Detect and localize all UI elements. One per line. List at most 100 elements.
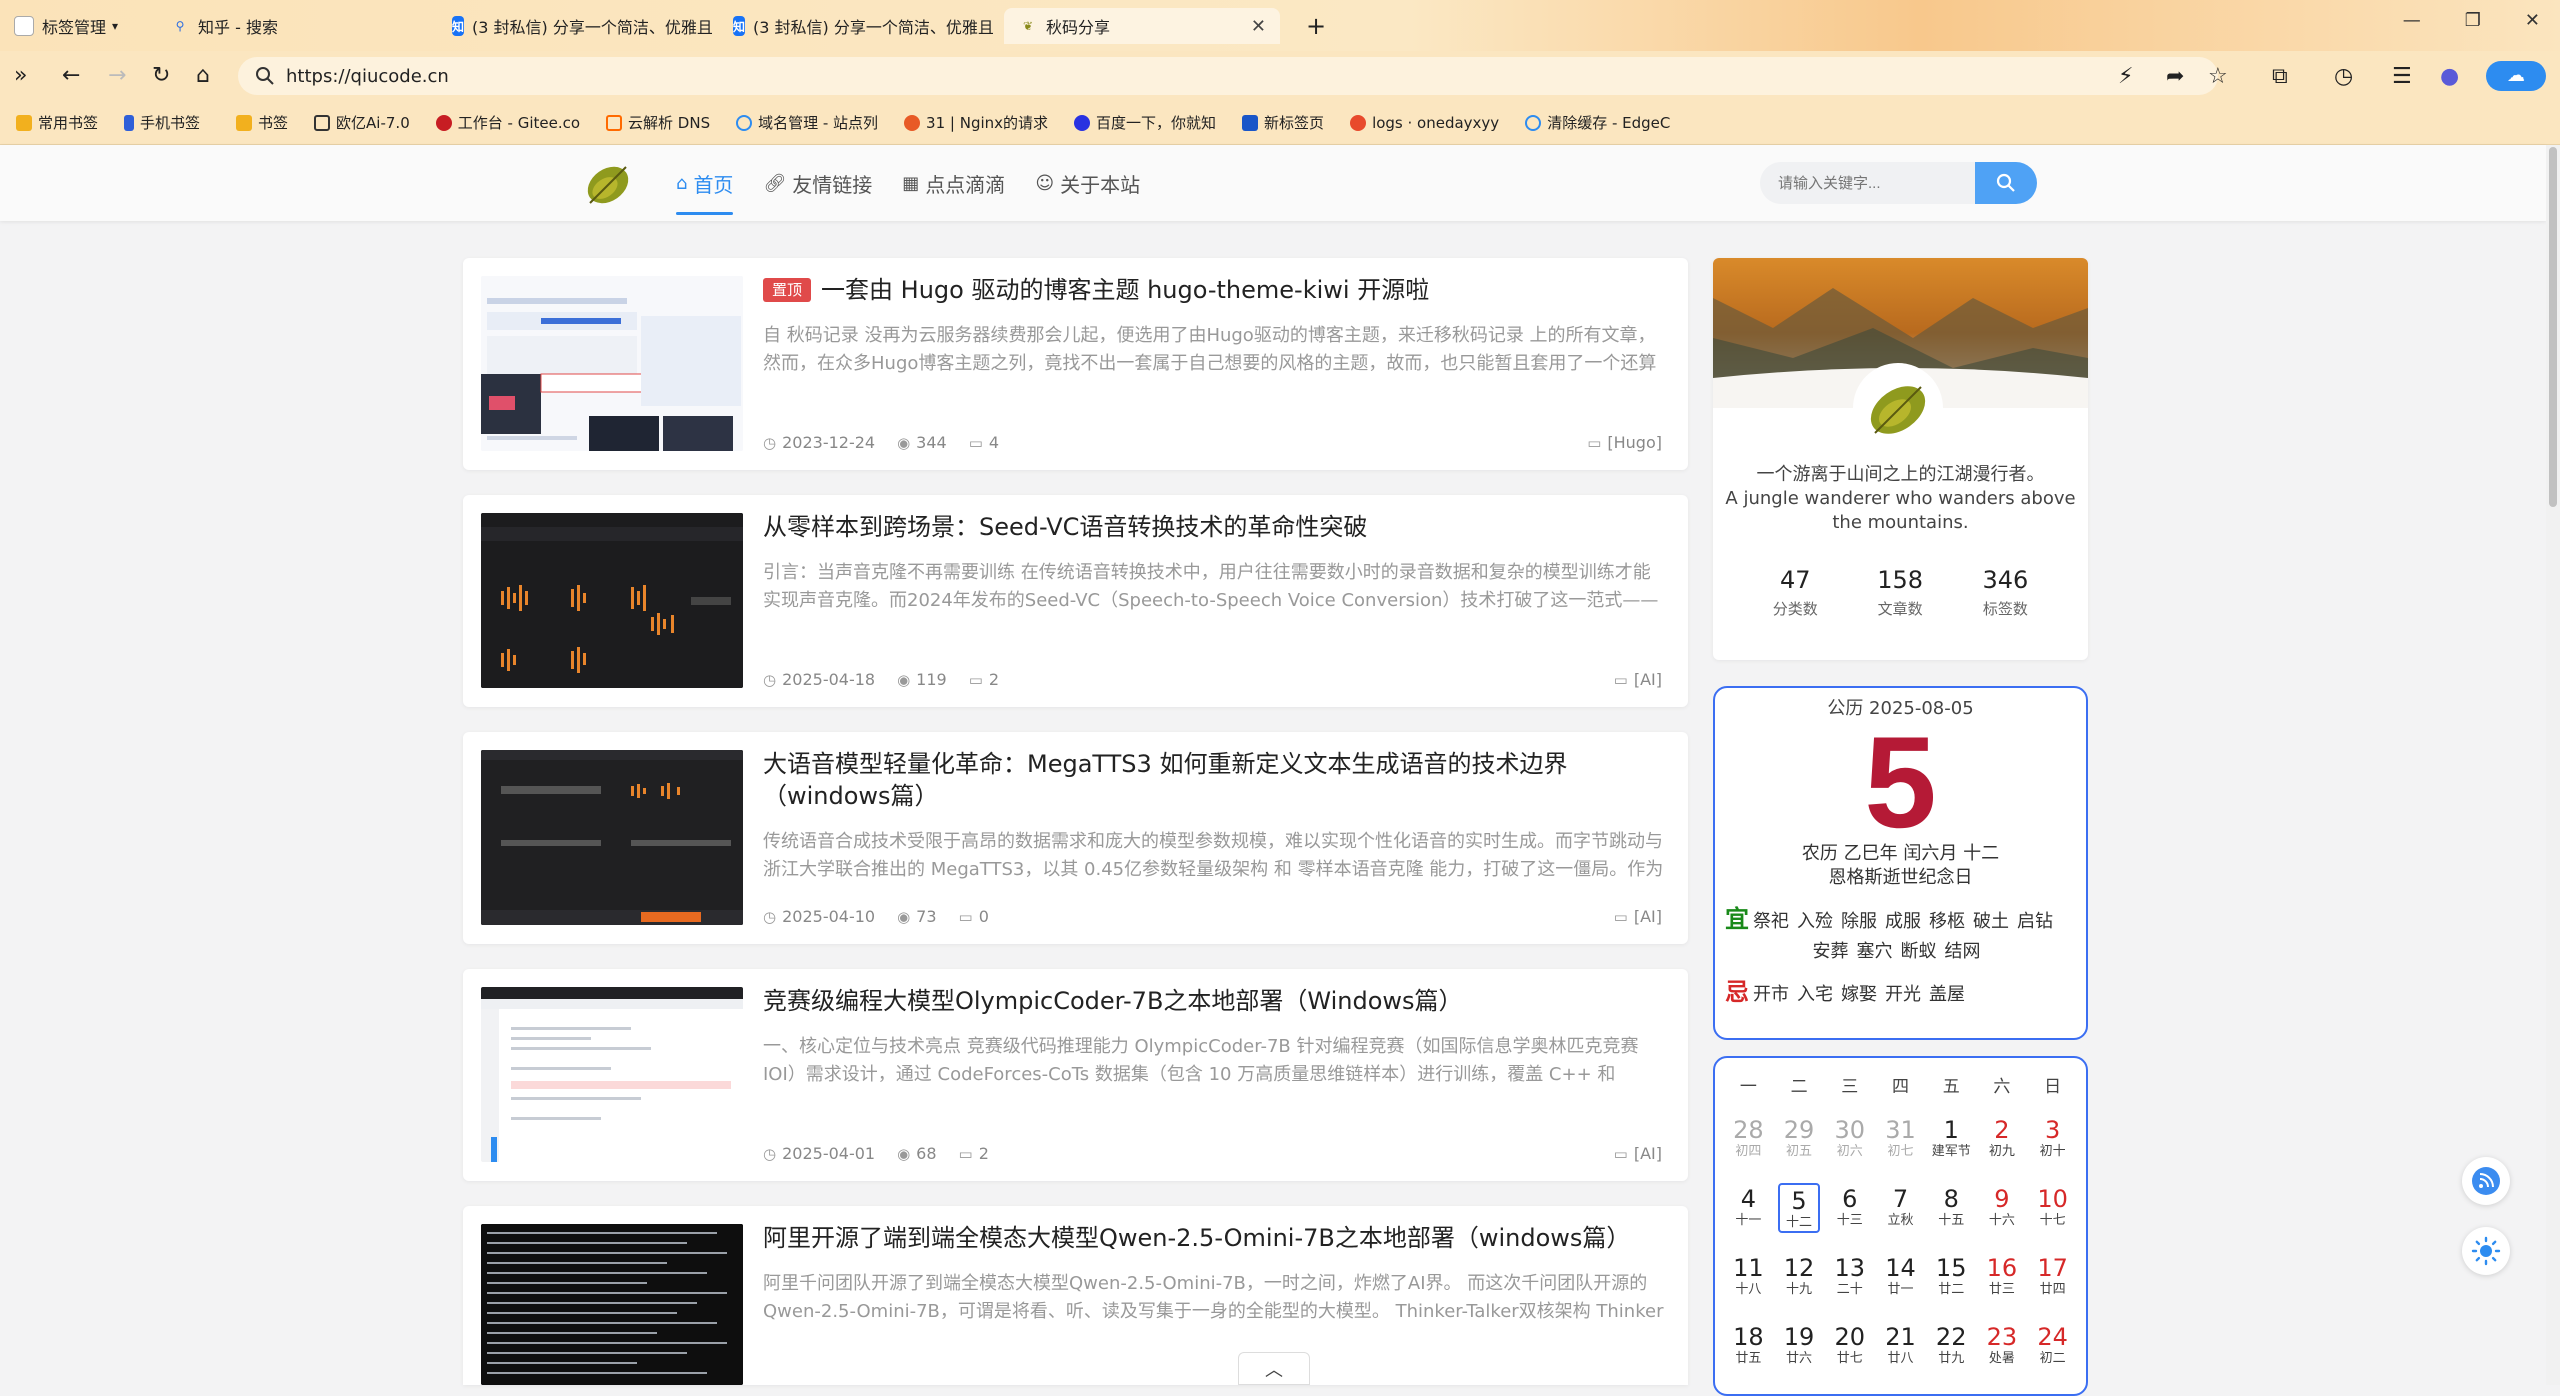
post-card[interactable]: 从零样本到跨场景：Seed-VC语音转换技术的革命性突破 引言：当声音克隆不再需… — [463, 495, 1688, 707]
tab-qiucode[interactable]: ❦ 秋码分享 ✕ — [1004, 8, 1280, 44]
calendar-day[interactable]: 1 建军节 — [1926, 1114, 1977, 1183]
tab-zhihu-search[interactable]: ⚲ 知乎 - 搜索 — [170, 8, 278, 44]
site-search-input[interactable] — [1760, 162, 1975, 204]
post-thumbnail[interactable] — [481, 1224, 743, 1385]
menu-icon[interactable]: ☰ — [2392, 64, 2412, 89]
back-icon[interactable]: ← — [62, 63, 80, 88]
new-tab-button[interactable]: + — [1306, 8, 1326, 44]
home-icon[interactable]: ⌂ — [196, 63, 210, 88]
bookmark-domain[interactable]: 域名管理 - 站点列 — [736, 112, 878, 133]
bookmark-folder[interactable]: 书签 — [236, 112, 288, 133]
calendar-day-today[interactable]: 5 十二 — [1774, 1183, 1825, 1252]
share-icon[interactable]: ➦ — [2166, 64, 2184, 89]
url-field[interactable]: https://qiucode.cn — [238, 57, 2218, 95]
bookmark-gitee[interactable]: 工作台 - Gitee.co — [435, 112, 580, 133]
bookmark-dns[interactable]: 云解析 DNS — [606, 112, 710, 133]
calendar-day[interactable]: 15 廿二 — [1926, 1252, 1977, 1321]
calendar-day[interactable]: 24 初二 — [2027, 1321, 2078, 1390]
post-thumbnail[interactable] — [481, 276, 743, 451]
post-thumbnail[interactable] — [481, 987, 743, 1162]
calendar-day[interactable]: 30 初六 — [1824, 1114, 1875, 1183]
post-card[interactable]: 竞赛级编程大模型OlympicCoder-7B之本地部署（Windows篇） 一… — [463, 969, 1688, 1181]
calendar-day[interactable]: 20 廿七 — [1824, 1321, 1875, 1390]
bookmark-newtab[interactable]: 新标签页 — [1242, 112, 1324, 133]
post-thumbnail[interactable] — [481, 750, 743, 925]
calendar-day[interactable]: 11 十八 — [1723, 1252, 1774, 1321]
lightning-icon[interactable]: ⚡ — [2118, 64, 2133, 89]
profile-icon[interactable]: ● — [2440, 64, 2459, 89]
post-title[interactable]: 阿里开源了端到端全模态大模型Qwen-2.5-Omini-7B之本地部署（win… — [763, 1222, 1668, 1254]
bookmark-cache[interactable]: 清除缓存 - EdgeC — [1525, 112, 1670, 133]
close-icon[interactable]: ✕ — [1251, 16, 1266, 37]
nav-home[interactable]: ⌂ 首页 — [676, 145, 734, 221]
favorite-star-icon[interactable]: ☆ — [2208, 64, 2228, 89]
calendar-day[interactable]: 7 立秋 — [1875, 1183, 1926, 1252]
avatar[interactable] — [1853, 363, 1943, 453]
calendar-day[interactable]: 9 十六 — [1977, 1183, 2028, 1252]
calendar-day[interactable]: 29 初五 — [1774, 1114, 1825, 1183]
calendar-day[interactable]: 14 廿一 — [1875, 1252, 1926, 1321]
tab-zhihu-post-1[interactable]: 知 (3 封私信) 分享一个简洁、优雅且 — [452, 8, 712, 44]
stat-articles[interactable]: 158 文章数 — [1877, 566, 1923, 619]
extensions-icon[interactable]: ⧉ — [2272, 64, 2288, 89]
forward-icon[interactable]: → — [108, 63, 126, 88]
calendar-day-number: 11 — [1733, 1254, 1764, 1282]
stat-tags[interactable]: 346 标签数 — [1982, 566, 2028, 619]
close-window-icon[interactable]: ✕ — [2525, 10, 2540, 31]
calendar-day[interactable]: 6 十三 — [1824, 1183, 1875, 1252]
post-card[interactable]: 阿里开源了端到端全模态大模型Qwen-2.5-Omini-7B之本地部署（win… — [463, 1206, 1688, 1385]
post-title[interactable]: 置顶 一套由 Hugo 驱动的博客主题 hugo-theme-kiwi 开源啦 — [763, 274, 1668, 306]
bookmark-nginx[interactable]: 31 | Nginx的请求 — [904, 112, 1048, 133]
calendar-day[interactable]: 16 廿三 — [1977, 1252, 2028, 1321]
bookmark-mobile[interactable]: 手机书签 — [124, 112, 200, 133]
calendar-day[interactable]: 31 初七 — [1875, 1114, 1926, 1183]
post-title[interactable]: 竞赛级编程大模型OlympicCoder-7B之本地部署（Windows篇） — [763, 985, 1668, 1017]
site-logo-leaf-icon[interactable] — [578, 153, 638, 213]
calendar-day[interactable]: 23 处暑 — [1977, 1321, 2028, 1390]
cloud-sync-icon[interactable]: ☁ — [2486, 61, 2546, 91]
history-icon[interactable]: ◷ — [2334, 64, 2353, 89]
calendar-day[interactable]: 3 初十 — [2027, 1114, 2078, 1183]
site-search-button[interactable] — [1975, 162, 2037, 204]
page-scrollbar[interactable] — [2546, 145, 2560, 1385]
sidebar-toggle-icon[interactable]: » — [14, 63, 27, 88]
post-title[interactable]: 从零样本到跨场景：Seed-VC语音转换技术的革命性突破 — [763, 511, 1668, 543]
refresh-icon[interactable]: ↻ — [152, 63, 170, 88]
post-title[interactable]: 大语音模型轻量化革命：MegaTTS3 如何重新定义文本生成语音的技术边界（wi… — [763, 748, 1668, 812]
restore-icon[interactable]: ❐ — [2465, 10, 2481, 31]
theme-toggle-button[interactable] — [2462, 1227, 2510, 1275]
stat-categories[interactable]: 47 分类数 — [1773, 566, 1818, 619]
calendar-day[interactable]: 21 廿八 — [1875, 1321, 1926, 1390]
scroll-to-top-button[interactable]: ︿ — [1238, 1352, 1310, 1385]
calendar-day[interactable]: 10 十七 — [2027, 1183, 2078, 1252]
scrollbar-thumb[interactable] — [2549, 147, 2557, 507]
post-card[interactable]: 大语音模型轻量化革命：MegaTTS3 如何重新定义文本生成语音的技术边界（wi… — [463, 732, 1688, 944]
calendar-day[interactable]: 17 廿四 — [2027, 1252, 2078, 1321]
nav-moments[interactable]: ▦ 点点滴滴 — [902, 145, 1005, 221]
post-category[interactable]: ▭ [AI] — [1614, 1144, 1668, 1163]
calendar-day[interactable]: 2 初九 — [1977, 1114, 2028, 1183]
calendar-day[interactable]: 22 廿九 — [1926, 1321, 1977, 1390]
minimize-icon[interactable]: — — [2403, 10, 2421, 31]
post-category[interactable]: ▭ [Hugo] — [1587, 433, 1668, 452]
calendar-day[interactable]: 8 十五 — [1926, 1183, 1977, 1252]
bookmark-ouyi[interactable]: 欧亿Ai-7.0 — [314, 112, 410, 133]
rss-button[interactable] — [2462, 1157, 2510, 1205]
nav-about[interactable]: ☺ 关于本站 — [1035, 145, 1140, 221]
bookmark-logs[interactable]: logs · onedayxyy — [1350, 114, 1499, 132]
bookmark-common[interactable]: 常用书签 — [16, 112, 98, 133]
calendar-day[interactable]: 18 廿五 — [1723, 1321, 1774, 1390]
post-category[interactable]: ▭ [AI] — [1614, 907, 1668, 926]
post-thumbnail[interactable] — [481, 513, 743, 688]
calendar-day[interactable]: 19 廿六 — [1774, 1321, 1825, 1390]
bookmark-baidu[interactable]: 百度一下，你就知 — [1074, 112, 1216, 133]
calendar-day[interactable]: 12 十九 — [1774, 1252, 1825, 1321]
tab-group-manager[interactable]: 标签管理 ▾ — [14, 8, 118, 44]
nav-friend-links[interactable]: 🔗︎ 友情链接 — [763, 145, 872, 221]
calendar-day[interactable]: 13 二十 — [1824, 1252, 1875, 1321]
post-category[interactable]: ▭ [AI] — [1614, 670, 1668, 689]
calendar-day[interactable]: 28 初四 — [1723, 1114, 1774, 1183]
calendar-day[interactable]: 4 十一 — [1723, 1183, 1774, 1252]
post-card[interactable]: 置顶 一套由 Hugo 驱动的博客主题 hugo-theme-kiwi 开源啦 自… — [463, 258, 1688, 470]
tab-zhihu-post-2[interactable]: 知 (3 封私信) 分享一个简洁、优雅且 — [733, 8, 993, 44]
